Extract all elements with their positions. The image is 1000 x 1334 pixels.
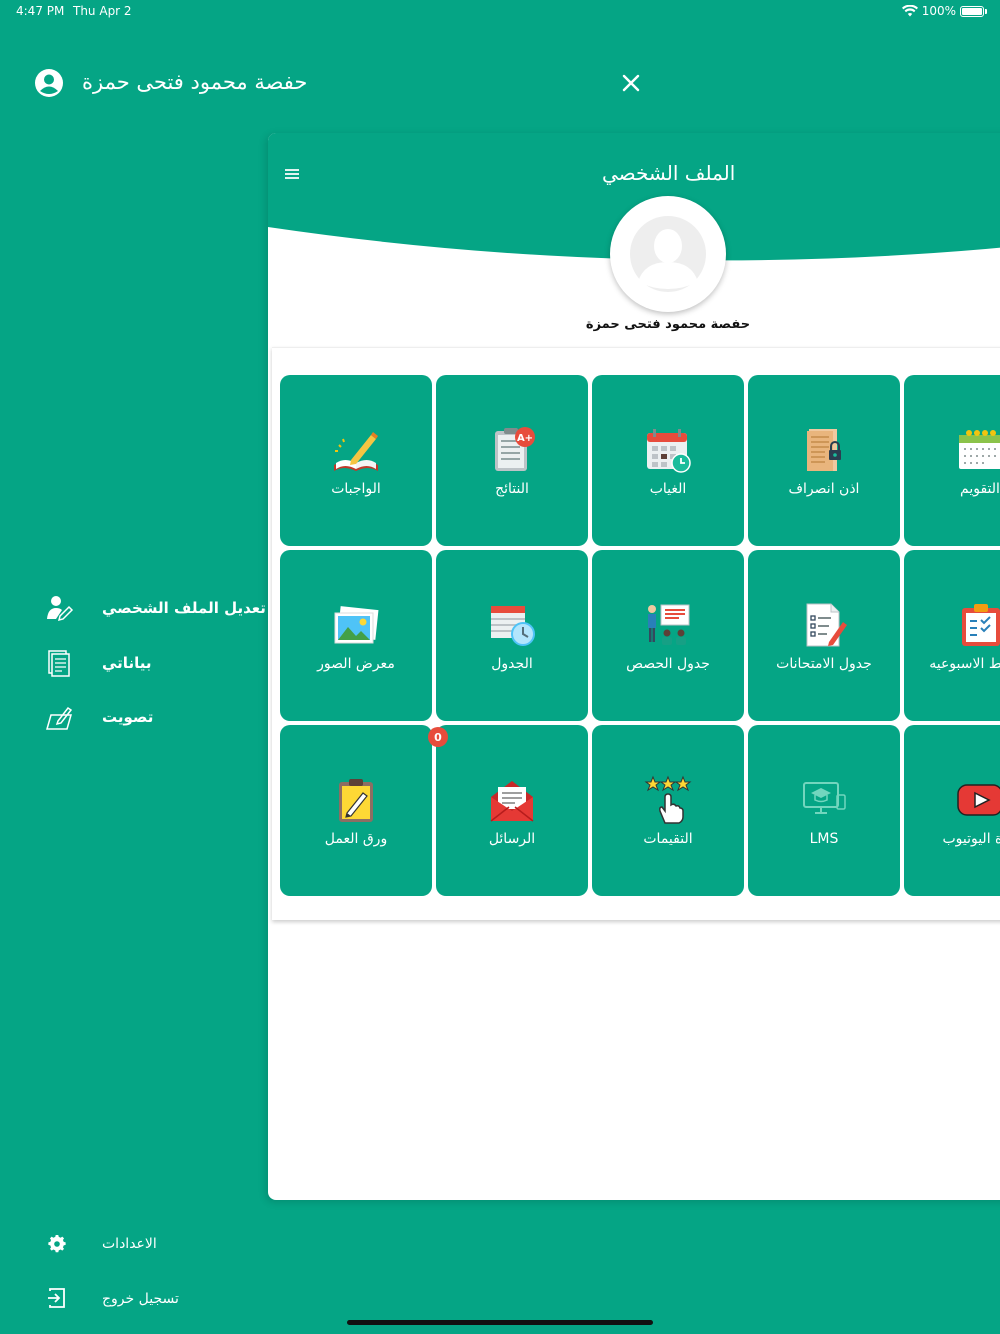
menu-item-vote[interactable]: تصويت	[44, 699, 264, 735]
vote-icon	[46, 706, 73, 730]
status-bar: 4:47 PM Thu Apr 2 100%	[0, 4, 1000, 22]
tile-homework[interactable]: الواجبات	[280, 375, 432, 546]
status-right: 100%	[901, 4, 987, 18]
menu-item-my-data[interactable]: بياناتي	[44, 645, 264, 681]
tile-label: التقويم	[960, 480, 1000, 497]
menu-item-settings[interactable]: الاعدادات	[44, 1226, 264, 1262]
tile-label: الرسائل	[488, 830, 536, 847]
avatar[interactable]	[610, 196, 726, 312]
gallery-icon	[334, 605, 379, 643]
tile-messages[interactable]: 0 الرسائل	[428, 725, 588, 896]
profile-name: حفصة محمود فتحى حمزة	[585, 317, 751, 332]
tile-label: الواجبات	[331, 480, 381, 497]
my-data-icon	[48, 650, 70, 677]
tile-label: معرض الصور	[317, 655, 395, 672]
ratings-icon	[644, 775, 692, 824]
tile-label: الجدول	[491, 655, 533, 672]
tile-label: التقيمات	[643, 830, 693, 847]
close-icon[interactable]	[620, 72, 642, 94]
tile-label: قناة اليوتيوب	[942, 830, 1000, 847]
tile-label: ورق العمل	[324, 830, 388, 847]
lms-icon	[803, 781, 846, 814]
drawer-header: حفصة محمود فتحى حمزة	[34, 64, 654, 104]
tile-label: النتائج	[495, 480, 529, 497]
menu-item-logout[interactable]: تسجيل خروج	[44, 1281, 264, 1317]
features-grid: الواجبات A+ النتائج الغياب اذن انصراف ال…	[272, 347, 1000, 920]
status-time: 4:47 PM	[16, 4, 65, 18]
exams-icon	[806, 603, 847, 646]
unread-badge: 0	[428, 727, 448, 747]
tile-label: الخطط الاسبوعيه	[929, 655, 1000, 672]
menu-label: الاعدادات	[102, 1236, 157, 1252]
worksheet-icon	[339, 778, 373, 822]
svg-text:A+: A+	[517, 433, 533, 444]
home-indicator	[347, 1320, 653, 1325]
wifi-icon	[901, 5, 918, 17]
menu-label: تسجيل خروج	[102, 1291, 179, 1307]
youtube-icon	[957, 783, 1000, 816]
classes-icon	[648, 604, 690, 645]
battery-percent: 100%	[921, 4, 956, 18]
page-title: الملف الشخصي	[602, 161, 736, 185]
logout-icon	[48, 1288, 65, 1308]
drawer-user-name: حفصة محمود فتحى حمزة	[82, 70, 308, 94]
tile-results[interactable]: A+ النتائج	[436, 375, 588, 546]
avatar-placeholder-icon	[630, 216, 706, 292]
tile-classes[interactable]: جدول الحصص	[592, 550, 744, 721]
profile-card: الملف الشخصي حفصة محمود فتحى حمزة الواجب…	[268, 133, 1000, 1200]
menu-label: تصويت	[102, 708, 154, 726]
absence-calendar-icon	[647, 428, 691, 473]
menu-label: بياناتي	[102, 654, 152, 672]
tile-youtube[interactable]: قناة اليوتيوب	[904, 725, 1000, 896]
weekly-plan-icon	[962, 603, 1000, 646]
hamburger-icon[interactable]	[284, 167, 300, 181]
tile-gallery[interactable]: معرض الصور	[280, 550, 432, 721]
tile-calendar[interactable]: التقويم	[904, 375, 1000, 546]
tile-label: جدول الحصص	[626, 655, 710, 672]
tile-worksheet[interactable]: ورق العمل	[280, 725, 432, 896]
menu-label: تعديل الملف الشخصي	[102, 599, 266, 617]
gear-icon	[48, 1235, 66, 1253]
schedule-icon	[491, 605, 535, 646]
homework-icon	[334, 431, 378, 471]
tile-exams[interactable]: جدول الامتحانات	[748, 550, 900, 721]
tile-ratings[interactable]: التقيمات	[592, 725, 744, 896]
messages-icon	[490, 780, 534, 822]
tile-schedule[interactable]: الجدول	[436, 550, 588, 721]
user-circle-icon	[35, 69, 63, 97]
tile-label: LMS	[809, 830, 839, 847]
tile-leave-permit[interactable]: اذن انصراف	[748, 375, 900, 546]
tile-label: جدول الامتحانات	[776, 655, 872, 672]
tile-label: الغياب	[649, 480, 687, 497]
calendar-icon	[959, 429, 1000, 469]
tile-weekly-plan[interactable]: الخطط الاسبوعيه	[904, 550, 1000, 721]
battery-icon	[960, 5, 987, 17]
tile-absence[interactable]: الغياب	[592, 375, 744, 546]
tile-lms[interactable]: LMS	[748, 725, 900, 896]
status-date: Thu Apr 2	[73, 4, 132, 18]
leave-permit-icon	[807, 428, 841, 471]
results-icon: A+	[495, 426, 535, 471]
edit-profile-icon	[47, 596, 74, 622]
menu-item-edit-profile[interactable]: تعديل الملف الشخصي	[44, 590, 266, 626]
tile-label: اذن انصراف	[788, 480, 860, 497]
